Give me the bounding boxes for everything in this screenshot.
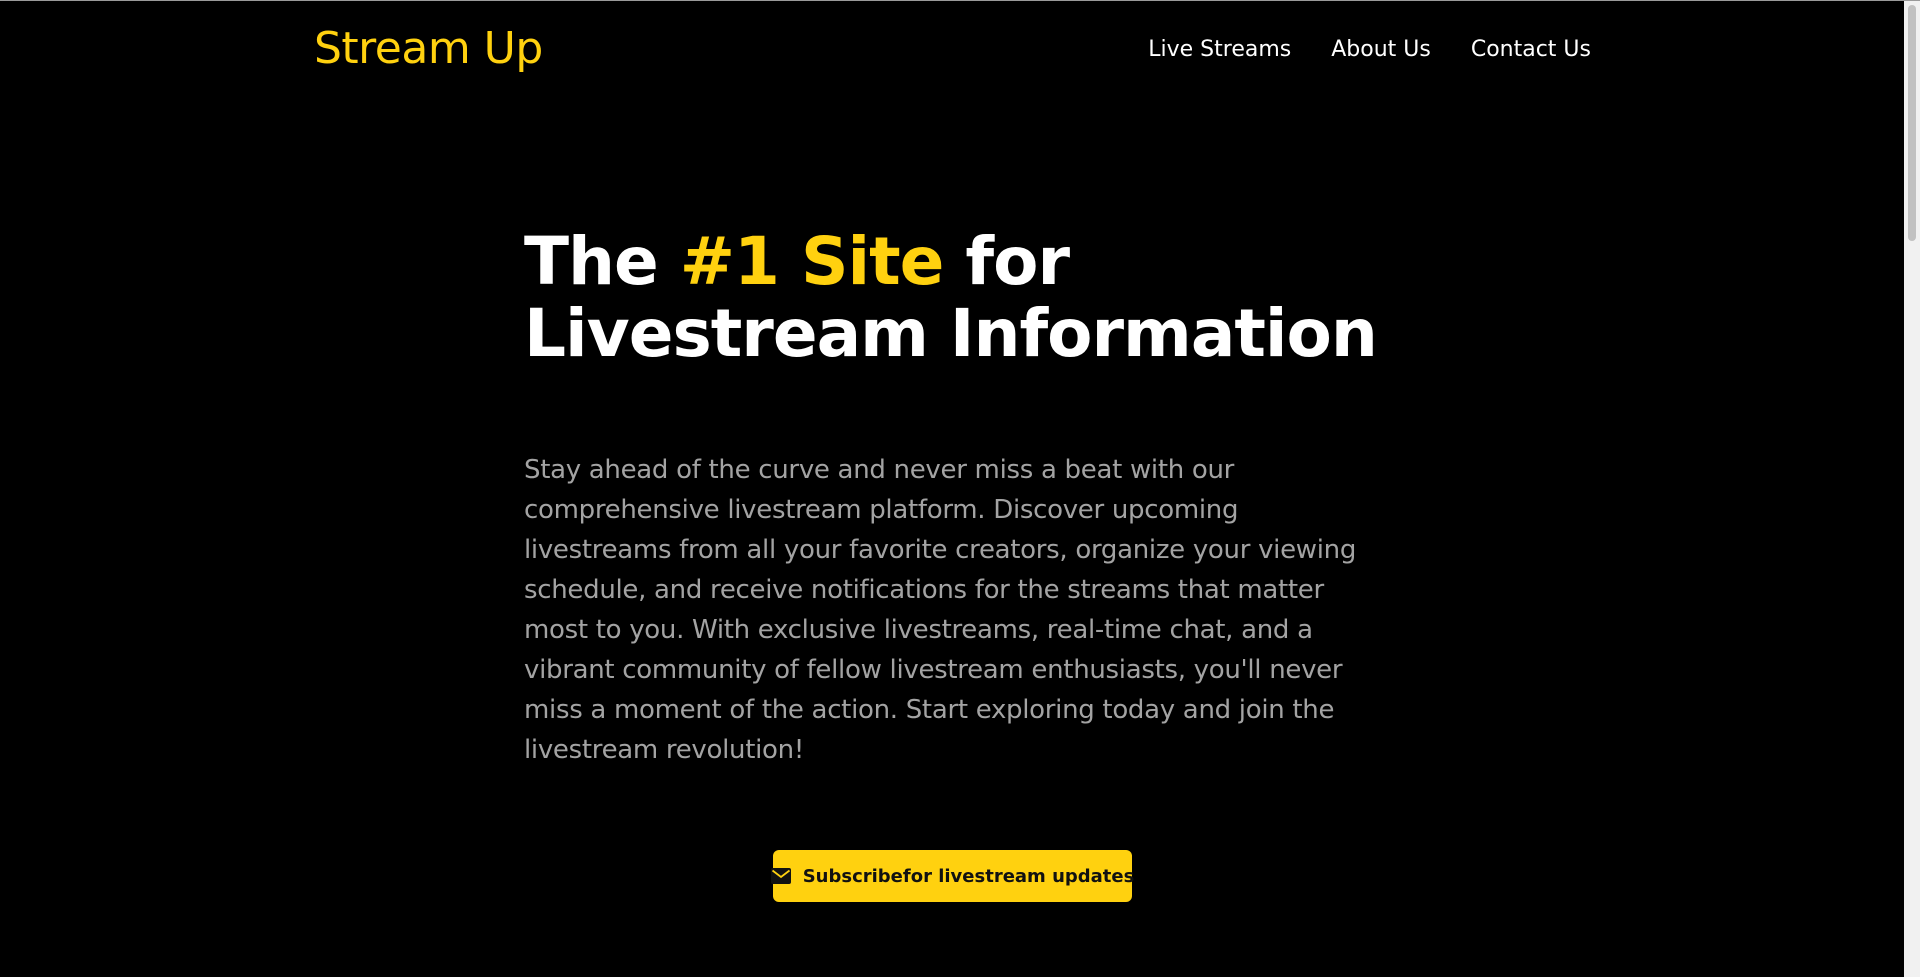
envelope-icon — [770, 868, 791, 884]
nav-about-us[interactable]: About Us — [1331, 34, 1431, 66]
subscribe-button-label: Subscribefor livestream updates — [802, 865, 1135, 887]
brand-logo[interactable]: Stream Up — [314, 19, 543, 79]
vertical-scrollbar[interactable] — [1904, 1, 1920, 977]
scrollbar-thumb[interactable] — [1908, 5, 1916, 241]
hero-title-part1: The — [524, 223, 680, 300]
subscribe-button[interactable]: Subscribefor livestream updates — [770, 850, 1135, 902]
hero-title-accent: #1 Site — [679, 223, 945, 300]
hero-description: Stay ahead of the curve and never miss a… — [524, 455, 1357, 765]
page: Stream Up Live Streams About Us Contact … — [0, 1, 1904, 977]
nav-contact-us[interactable]: Contact Us — [1471, 34, 1591, 66]
nav-live-streams[interactable]: Live Streams — [1148, 34, 1291, 66]
hero-title: The #1 Site for Livestream Information — [524, 226, 1424, 370]
main-nav: Live Streams About Us Contact Us — [1148, 34, 1591, 66]
